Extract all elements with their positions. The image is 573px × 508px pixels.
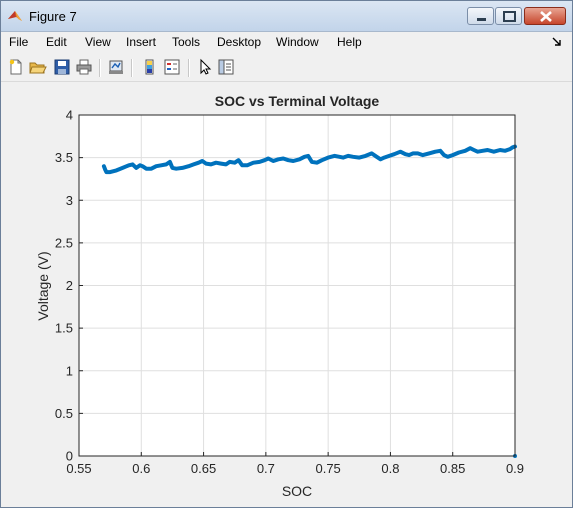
menu-tools[interactable]: Tools	[172, 35, 200, 49]
dock-arrow-icon[interactable]	[552, 37, 562, 47]
property-editor-icon[interactable]	[217, 58, 235, 76]
x-axis-label: SOC	[282, 483, 312, 499]
menu-view[interactable]: View	[85, 35, 111, 49]
y-tick-label: 1	[66, 363, 73, 378]
x-tick-label: 0.65	[191, 461, 216, 476]
x-tick-label: 0.6	[132, 461, 150, 476]
x-tick-label: 0.9	[506, 461, 524, 476]
minimize-icon	[477, 18, 486, 21]
x-tick-label: 0.8	[381, 461, 399, 476]
toolbar-separator	[131, 59, 133, 77]
figure-window: Figure 7 File Edit View Insert Tools Des…	[0, 0, 573, 508]
y-tick-label: 1.5	[55, 321, 73, 336]
menu-file[interactable]: File	[9, 35, 28, 49]
toolbar-separator	[99, 59, 101, 77]
maximize-icon	[503, 11, 516, 22]
menu-insert[interactable]: Insert	[126, 35, 156, 49]
minimize-button[interactable]	[467, 7, 494, 25]
figure-canvas: 0.55 0.6 0.65 0.7 0.75 0.8 0.85 0.9 0 0.5 1 1.5 2 2.…	[7, 83, 566, 501]
maximize-button[interactable]	[495, 7, 522, 25]
print-icon[interactable]	[75, 58, 93, 76]
y-tick-label: 2.5	[55, 235, 73, 250]
title-bar[interactable]: Figure 7	[1, 1, 572, 32]
y-tick-label: 4	[66, 108, 73, 123]
x-tick-labels: 0.55 0.6 0.65 0.7 0.75 0.8 0.85 0.9	[66, 461, 524, 476]
y-tick-labels: 0 0.5 1 1.5 2 2.5 3 3.5 4	[55, 108, 73, 464]
plot-svg[interactable]: 0.55 0.6 0.65 0.7 0.75 0.8 0.85 0.9 00.511.522.…	[7, 83, 566, 501]
toolbar-separator	[188, 59, 190, 77]
open-file-icon[interactable]	[29, 58, 47, 76]
y-tick-label: 0	[66, 449, 73, 464]
chart-title: SOC vs Terminal Voltage	[215, 93, 380, 109]
x-tick-label: 0.75	[315, 461, 340, 476]
menu-bar: File Edit View Insert Tools Desktop Wind…	[1, 32, 572, 52]
menu-edit[interactable]: Edit	[46, 35, 67, 49]
y-axis-label: Voltage (V)	[35, 251, 51, 320]
colorbar-icon[interactable]	[141, 58, 159, 76]
menu-help[interactable]: Help	[337, 35, 362, 49]
close-button[interactable]	[524, 7, 566, 25]
y-tick-label: 3	[66, 193, 73, 208]
x-tick-label: 0.7	[257, 461, 275, 476]
matlab-logo-icon	[8, 11, 22, 21]
y-tick-label: 3.5	[55, 150, 73, 165]
window-title: Figure 7	[29, 9, 77, 24]
y-tick-label: 2	[66, 278, 73, 293]
x-tick-label: 0.85	[440, 461, 465, 476]
y-tick-label: 0.5	[55, 406, 73, 421]
link-plot-icon[interactable]	[107, 58, 125, 76]
menu-window[interactable]: Window	[276, 35, 319, 49]
pointer-icon[interactable]	[196, 58, 214, 76]
new-figure-icon[interactable]	[7, 58, 25, 76]
toolbar	[1, 54, 572, 82]
menu-desktop[interactable]: Desktop	[217, 35, 261, 49]
legend-icon[interactable]	[163, 58, 181, 76]
close-icon	[540, 11, 552, 22]
save-icon[interactable]	[53, 58, 71, 76]
